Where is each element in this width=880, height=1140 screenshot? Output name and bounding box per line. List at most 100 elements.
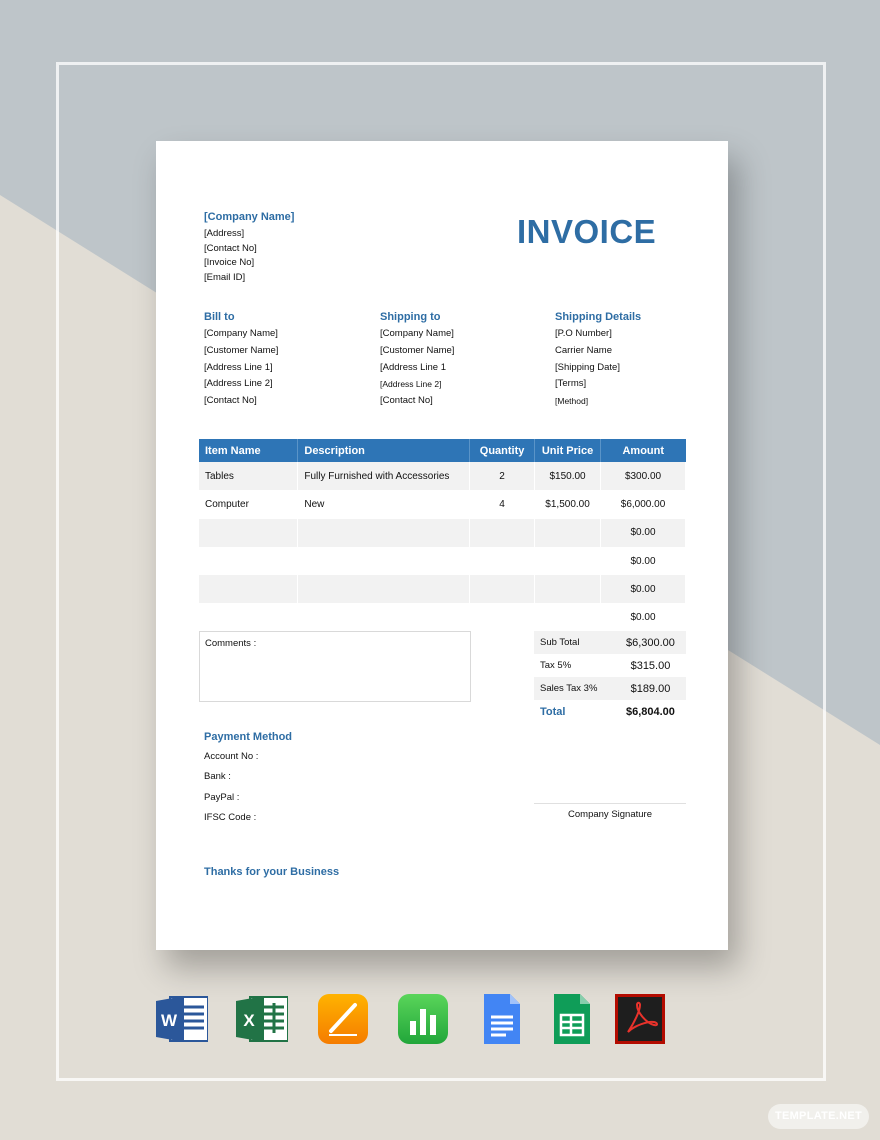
amount-cell: $6,000.00 [600,490,686,519]
column-header: Amount [600,439,686,462]
item-name-cell [199,603,299,632]
payment-lines: Account No : Bank : PayPal : IFSC Code : [204,747,258,828]
amount-cell: $0.00 [600,518,686,547]
totals-label: Tax 5% [534,654,615,677]
totals-value: $315.00 [614,654,686,677]
quantity-cell: 4 [469,490,536,519]
svg-text:W: W [161,1011,178,1030]
shipping-details-line: [P.O Number] [555,328,612,339]
signature-label: Company Signature [568,809,652,820]
description-cell: Fully Furnished with Accessories [297,462,471,491]
shipping-to-section: Shipping to [Company Name] [Customer Nam… [380,311,454,410]
shipping-to-line: [Address Line 1 [380,361,447,373]
unit-price-cell [534,603,602,632]
table-row: $0.00 [199,546,686,576]
payment-line: IFSC Code : [204,811,257,823]
signature-line [534,803,686,804]
amount-cell: $0.00 [600,575,686,604]
quantity-cell [469,518,536,547]
format-icons: W X [0,993,880,1045]
shipping-details-line: [Shipping Date] [555,361,620,373]
totals-value: $189.00 [614,677,686,700]
pdf-icon[interactable] [614,993,666,1045]
item-name-cell [199,575,299,604]
excel-icon[interactable]: X [236,993,288,1045]
company-name: [Company Name] [204,211,295,223]
totals-label: Sub Total [534,631,615,654]
word-icon[interactable]: W [156,993,208,1045]
shipping-details-lines: [P.O Number] Carrier Name [Shipping Date… [555,326,641,410]
table-row: $0.00 [199,603,686,632]
template-brand-badge[interactable]: TEMPLATE.NET [768,1104,869,1129]
invoice-title: INVOICE [517,213,657,250]
thanks-message: Thanks for your Business [204,866,340,878]
payment-line: Bank : [204,771,231,783]
numbers-icon[interactable] [397,993,449,1045]
bill-to-heading: Bill to [204,311,235,323]
item-name-cell: Tables [199,462,299,491]
email-line: [Email ID] [204,271,246,283]
column-header: Description [297,439,471,462]
total-value: $6,804.00 [614,700,686,723]
shipping-details-section: Shipping Details [P.O Number] Carrier Na… [555,311,641,410]
totals-value: $6,300.00 [614,631,686,654]
bill-to-line: [Company Name] [204,328,278,339]
table-row: Computer New 4 $1,500.00 $6,000.00 [199,490,686,519]
quantity-cell [469,575,536,604]
bill-to-line: [Customer Name] [204,344,279,356]
sales-tax-row: Sales Tax 3% $189.00 [534,677,686,700]
shipping-to-line: [Contact No] [380,395,433,407]
unit-price-cell: $1,500.00 [534,490,602,519]
shipping-to-line: [Customer Name] [380,344,455,356]
bill-to-line: [Address Line 2] [204,378,273,390]
invoice-document: [Company Name] [Address] [Contact No] [I… [156,141,728,950]
total-label: Total [534,700,615,723]
comments-box: Comments : [199,631,471,702]
unit-price-cell [534,575,602,604]
bill-to-section: Bill to [Company Name] [Customer Name] [… [204,311,278,410]
amount-cell: $0.00 [600,603,686,632]
table-row: Tables Fully Furnished with Accessories … [199,462,686,491]
item-name-cell [199,546,299,576]
column-header: Item Name [199,439,299,462]
item-name-cell [199,518,299,547]
table-row: $0.00 [199,518,686,547]
description-cell: New [297,490,471,519]
contact-line: [Contact No] [204,242,257,254]
column-header: Quantity [469,439,536,462]
shipping-details-heading: Shipping Details [555,311,642,323]
invoice-no-line: [Invoice No] [204,257,255,268]
description-cell [297,546,471,576]
payment-line: PayPal : [204,791,240,803]
shipping-to-heading: Shipping to [380,311,441,323]
google-sheets-icon[interactable] [546,993,598,1045]
comments-label: Comments : [205,638,257,649]
items-table: Item Name Description Quantity Unit Pric… [199,439,686,632]
company-address-block: [Address] [Contact No] [Invoice No] [Ema… [204,227,257,285]
quantity-cell [469,546,536,576]
table-row: $0.00 [199,575,686,604]
totals-label: Sales Tax 3% [534,677,615,700]
description-cell [297,575,471,604]
quantity-cell [469,603,536,632]
bill-to-line: [Address Line 1] [204,361,273,373]
description-cell [297,518,471,547]
unit-price-cell [534,518,602,547]
unit-price-cell [534,546,602,576]
google-docs-icon[interactable] [476,993,528,1045]
items-table-header: Item Name Description Quantity Unit Pric… [199,439,686,462]
shipping-details-line: Carrier Name [555,344,613,356]
svg-text:X: X [243,1011,255,1030]
shipping-to-lines: [Company Name] [Customer Name] [Address … [380,326,454,410]
bill-to-line: [Contact No] [204,395,257,407]
subtotal-row: Sub Total $6,300.00 [534,631,686,654]
description-cell [297,603,471,632]
amount-cell: $0.00 [600,546,686,576]
shipping-details-line: [Method] [555,396,589,407]
column-header: Unit Price [534,439,602,462]
unit-price-cell: $150.00 [534,462,602,491]
quantity-cell: 2 [469,462,536,491]
pages-icon[interactable] [317,993,369,1045]
shipping-details-line: [Terms] [555,378,587,390]
tax-row: Tax 5% $315.00 [534,654,686,677]
